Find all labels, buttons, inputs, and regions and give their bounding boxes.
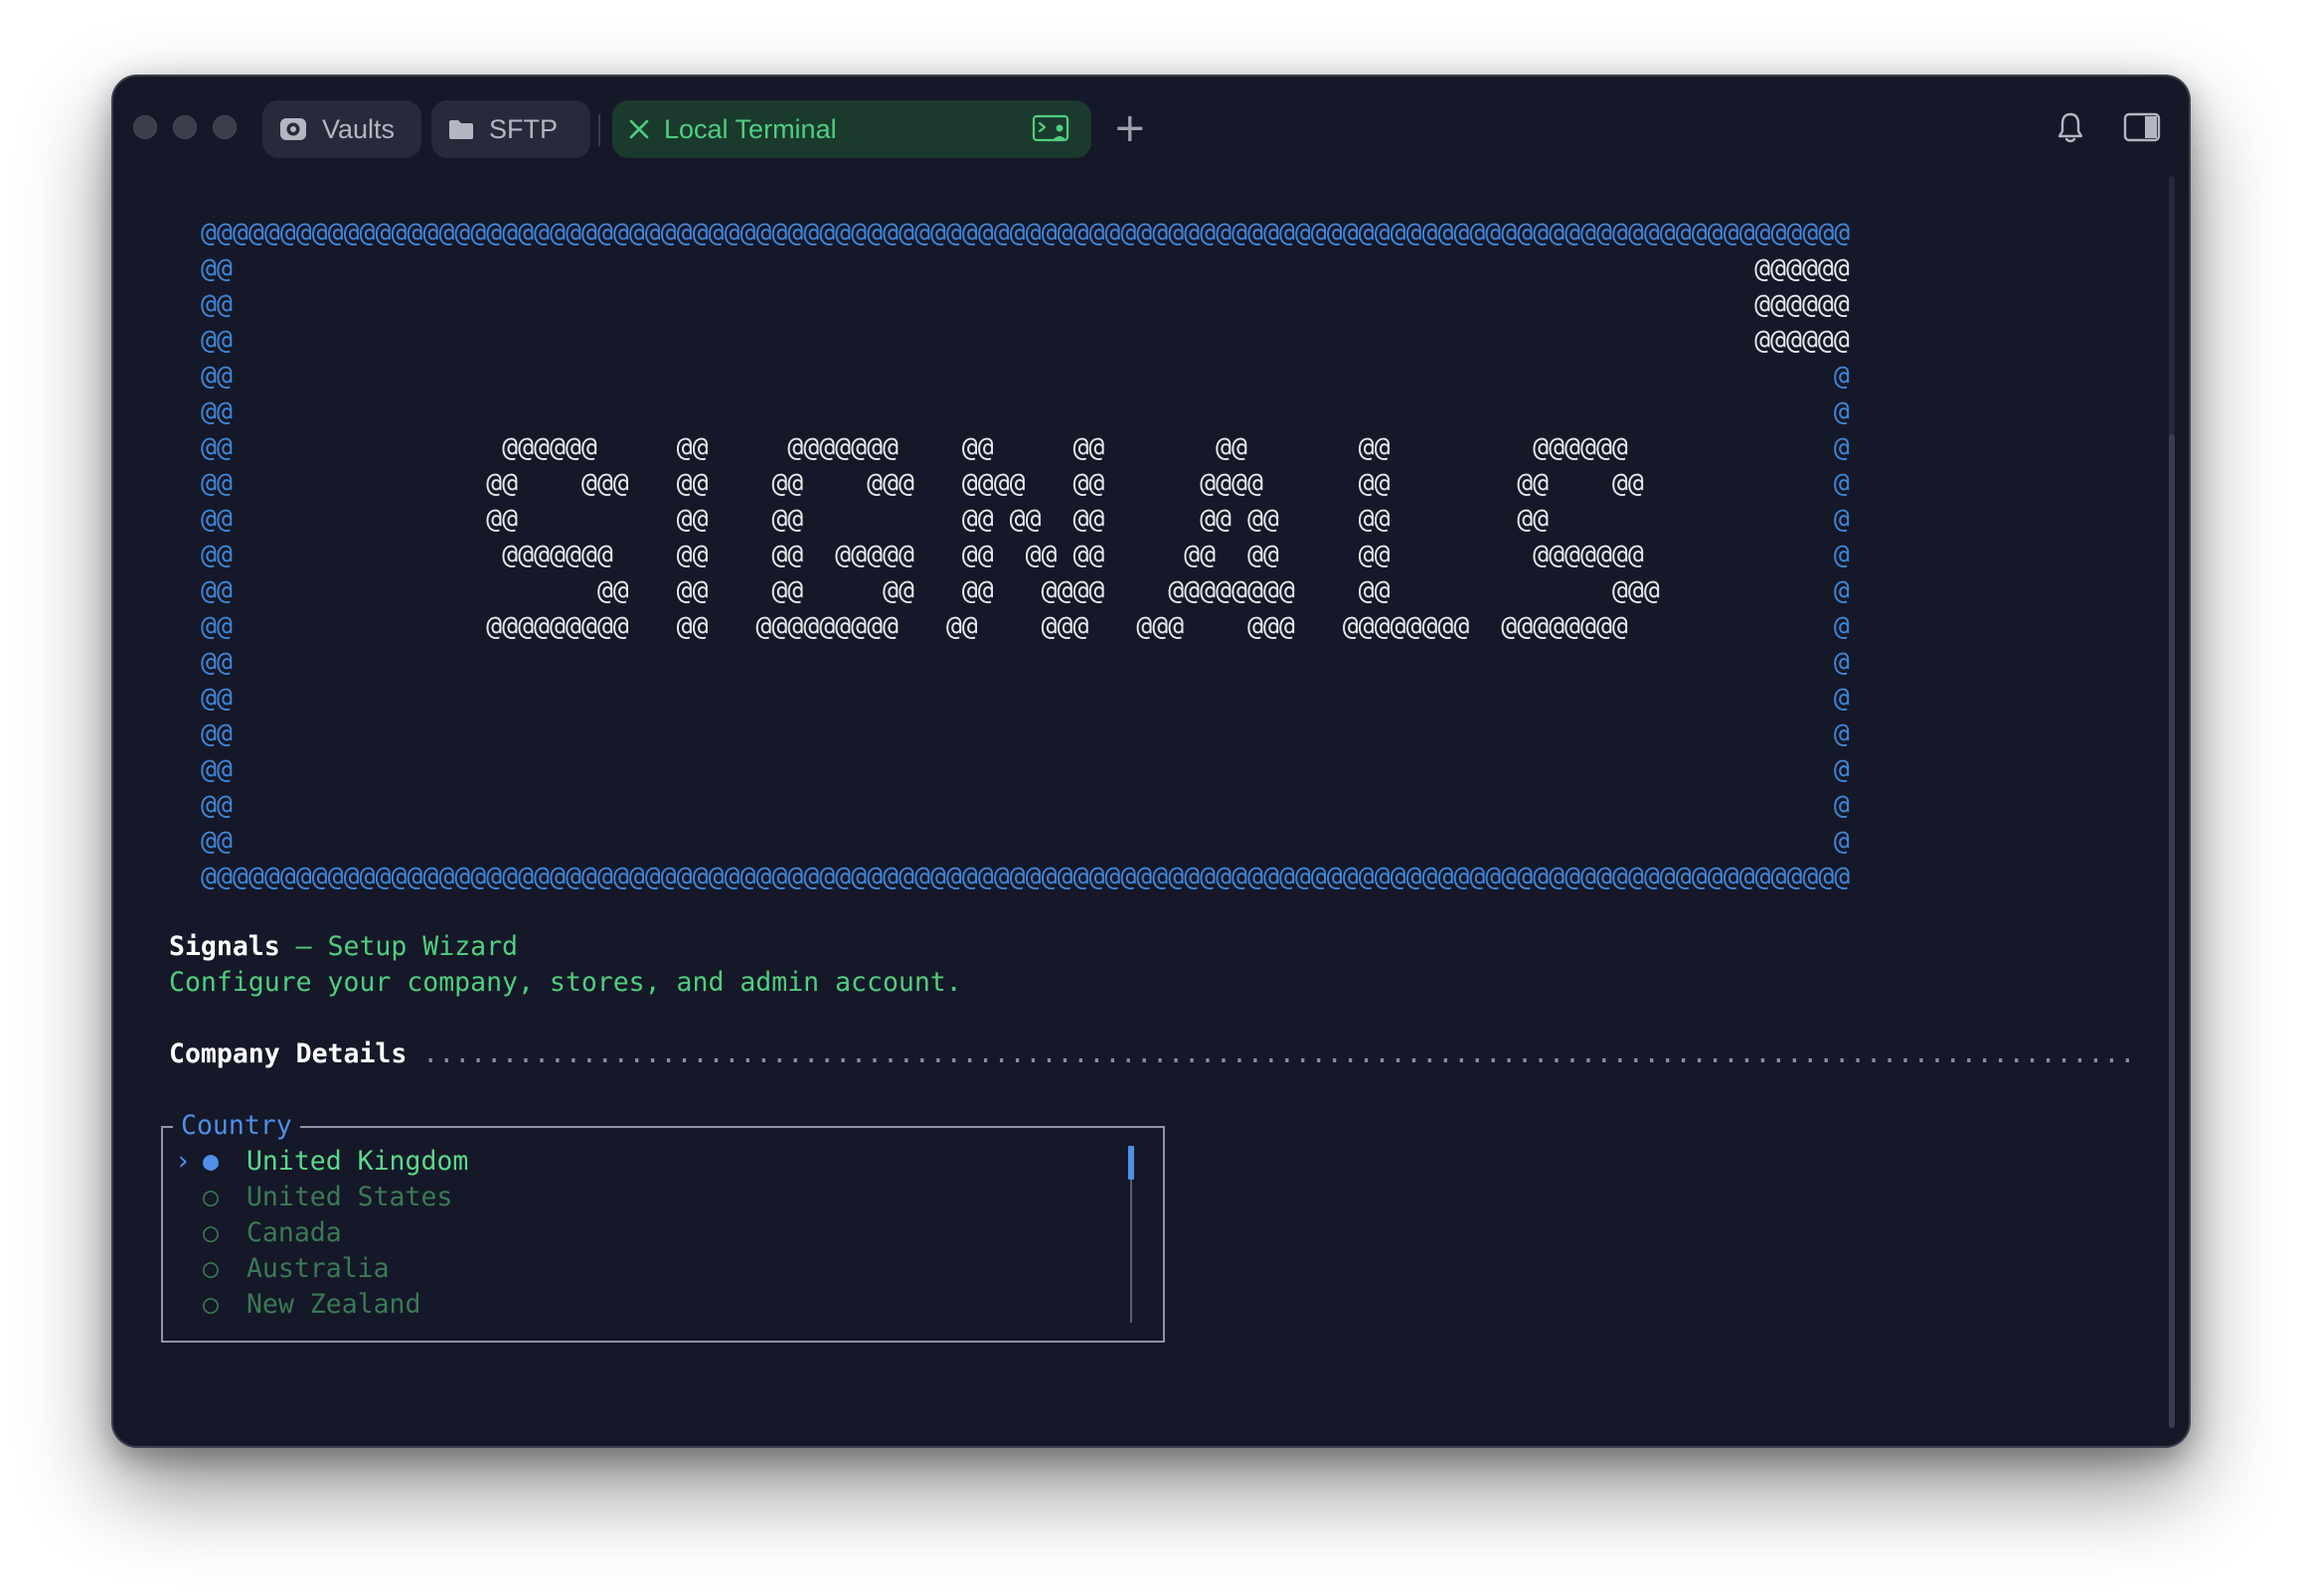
banner-right-edge: @@@@@@	[1754, 325, 1850, 356]
app-name: Signals	[169, 931, 280, 962]
country-option-label: United Kingdom	[246, 1146, 469, 1177]
banner-right-edge: @	[1833, 611, 1850, 642]
banner-left-edge: @@	[201, 361, 233, 392]
chevron-right-icon: ›	[175, 1146, 191, 1177]
wizard-subtitle: Setup Wizard	[327, 931, 519, 962]
country-option-label: United States	[246, 1182, 453, 1212]
banner-right-edge: @	[1833, 754, 1850, 785]
section-header: Company Details ........................…	[169, 1037, 2135, 1072]
banner-left-edge: @@	[201, 683, 233, 714]
terminal-output[interactable]: @@@@@@@@@@@@@@@@@@@@@@@@@@@@@@@@@@@@@@@@…	[113, 77, 2189, 1446]
banner-left-edge: @@	[201, 253, 233, 284]
banner-art-line: @@ @@ @@ @@ @@ @@@@ @@@@@@@@ @@ @@@	[232, 575, 1660, 606]
banner-left-edge: @@	[201, 647, 233, 678]
banner-art-line: @@ @@@ @@ @@ @@@ @@@@ @@ @@@@ @@ @@ @@	[232, 468, 1644, 499]
banner-right-edge: @	[1833, 647, 1850, 678]
country-label: Country	[173, 1108, 300, 1144]
banner-left-edge: @@	[201, 504, 233, 535]
country-option[interactable]: › ● United Kingdom	[175, 1144, 468, 1180]
country-option-label: Canada	[246, 1217, 342, 1248]
banner-art-line: @@@@@@@@@ @@ @@@@@@@@@ @@ @@@ @@@ @@@ @@…	[232, 611, 1628, 642]
terminal-window: Vaults SFTP Local Terminal + @@@@@@@@@@@…	[111, 75, 2191, 1448]
section-title: Company Details	[169, 1038, 408, 1069]
banner-left-edge: @@	[201, 611, 233, 642]
banner-right-edge: @	[1833, 361, 1850, 392]
banner-right-edge: @	[1833, 504, 1850, 535]
banner-right-edge: @	[1833, 540, 1850, 570]
country-option[interactable]: ○ New Zealand	[175, 1287, 420, 1323]
banner-left-edge: @@	[201, 540, 233, 570]
banner-right-edge: @	[1833, 575, 1850, 606]
banner-right-edge: @@@@@@	[1754, 289, 1850, 320]
banner-left-edge: @@	[201, 790, 233, 821]
radio-unselected-icon: ○	[203, 1289, 219, 1320]
banner-left-edge: @@	[201, 432, 233, 463]
country-list-scroll-thumb[interactable]	[1128, 1146, 1134, 1180]
heading-separator: —	[279, 931, 328, 962]
country-option-label: Australia	[246, 1253, 390, 1284]
banner-left-edge: @@	[201, 754, 233, 785]
banner-right-edge: @	[1833, 683, 1850, 714]
banner-left-edge: @@	[201, 289, 233, 320]
country-option[interactable]: ○ United States	[175, 1180, 452, 1215]
banner-right-edge: @	[1833, 468, 1850, 499]
country-option-label: New Zealand	[246, 1289, 421, 1320]
banner-right-edge: @@@@@@	[1754, 253, 1850, 284]
country-option[interactable]: ○ Australia	[175, 1251, 390, 1287]
banner-art-line: @@ @@ @@ @@ @@ @@ @@ @@ @@ @@	[232, 504, 1550, 535]
radio-unselected-icon: ○	[203, 1217, 219, 1248]
banner-right-edge: @	[1833, 718, 1850, 749]
country-option[interactable]: ○ Canada	[175, 1215, 342, 1251]
wizard-heading: Signals — Setup Wizard	[169, 929, 518, 965]
banner-left-edge: @@	[201, 826, 233, 857]
banner-top-border: @@@@@@@@@@@@@@@@@@@@@@@@@@@@@@@@@@@@@@@@…	[201, 218, 1851, 248]
banner-right-edge: @	[1833, 432, 1850, 463]
banner-right-edge: @	[1833, 790, 1850, 821]
banner-right-edge: @	[1833, 397, 1850, 427]
radio-unselected-icon: ○	[203, 1182, 219, 1212]
banner-left-edge: @@	[201, 468, 233, 499]
section-leader: ........................................…	[407, 1038, 2136, 1069]
banner-right-edge: @	[1833, 826, 1850, 857]
banner-art-line: @@@@@@@ @@ @@ @@@@@ @@ @@ @@ @@ @@ @@ @@…	[232, 540, 1644, 570]
wizard-description: Configure your company, stores, and admi…	[169, 967, 962, 998]
banner-left-edge: @@	[201, 575, 233, 606]
banner-art-line: @@@@@@ @@ @@@@@@@ @@ @@ @@ @@ @@@@@@	[232, 432, 1628, 463]
banner-left-edge: @@	[201, 718, 233, 749]
banner-left-edge: @@	[201, 397, 233, 427]
radio-selected-icon: ●	[203, 1146, 219, 1177]
banner-left-edge: @@	[201, 325, 233, 356]
radio-unselected-icon: ○	[203, 1253, 219, 1284]
banner-bottom-border: @@@@@@@@@@@@@@@@@@@@@@@@@@@@@@@@@@@@@@@@…	[201, 862, 1851, 892]
